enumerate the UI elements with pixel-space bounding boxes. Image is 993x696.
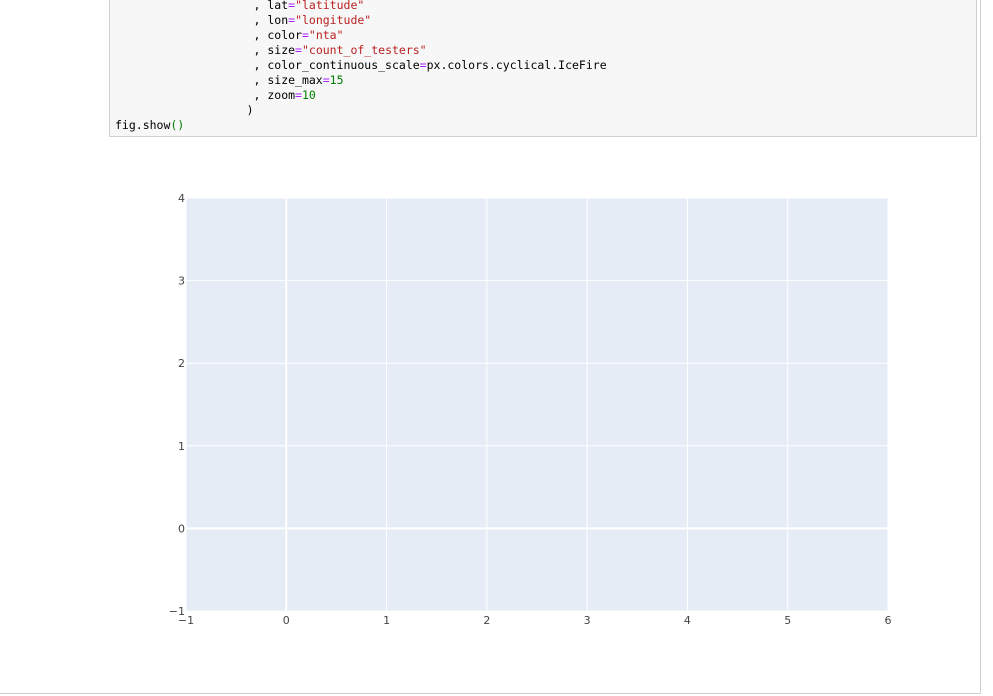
code-token-value: 15 xyxy=(329,73,344,87)
code-cell[interactable]: , lat="latitude" , lon="longitude" , col… xyxy=(109,0,977,137)
code-line: , lon="longitude" xyxy=(115,13,607,28)
code-token-operator: = xyxy=(322,73,330,87)
y-tick-label: 0 xyxy=(178,522,185,535)
code-token: , xyxy=(253,73,268,87)
x-tick-label: 4 xyxy=(684,614,691,627)
code-token-key: size xyxy=(267,43,296,57)
code-token-value: 10 xyxy=(301,88,316,102)
code-token-key: zoom xyxy=(267,88,296,102)
code-line: , color="nta" xyxy=(115,28,607,43)
x-tick-label: 0 xyxy=(283,614,290,627)
x-tick-label: 6 xyxy=(885,614,892,627)
cell-bottom-border xyxy=(0,693,981,694)
code-line: , lat="latitude" xyxy=(115,0,607,13)
code-line: fig.show() xyxy=(115,118,607,133)
notebook-page: , lat="latitude" , lon="longitude" , col… xyxy=(0,0,993,696)
code-token-value: px.colors.cyclical.IceFire xyxy=(426,58,607,72)
code-token: , xyxy=(253,43,268,57)
y-tick-label: 4 xyxy=(178,192,185,205)
code-line: , size="count_of_testers" xyxy=(115,43,607,58)
code-token-key: lat xyxy=(267,0,289,12)
plot-area[interactable] xyxy=(186,198,888,611)
y-tick-label: 3 xyxy=(178,275,185,288)
x-tick-label: 1 xyxy=(383,614,390,627)
code-token-operator: = xyxy=(301,28,309,42)
code-token-paren: () xyxy=(170,118,185,132)
code-line: , size_max=15 xyxy=(115,73,607,88)
code-token-key: size_max xyxy=(267,73,323,87)
code-token-operator: = xyxy=(295,43,302,57)
code-line: ) xyxy=(115,103,607,118)
code-token-key: color xyxy=(267,28,302,42)
chart-svg: −1 0 1 2 3 4 5 6−101234 xyxy=(169,192,892,627)
x-tick-label: 3 xyxy=(584,614,591,627)
code-token: , xyxy=(253,88,268,102)
code-token-operator: = xyxy=(419,58,427,72)
y-tick-label: −1 xyxy=(169,605,185,618)
code-token: ) xyxy=(246,103,254,117)
code-token-operator: = xyxy=(295,88,302,102)
code-token-value: "count_of_testers" xyxy=(301,43,427,57)
code-token-key: color_continuous_scale xyxy=(267,58,420,72)
code-token-value: "nta" xyxy=(308,28,344,42)
code-line: , zoom=10 xyxy=(115,88,607,103)
code-line: , color_continuous_scale=px.colors.cycli… xyxy=(115,58,607,73)
y-tick-label: 2 xyxy=(178,357,185,370)
code-text: , lat="latitude" , lon="longitude" , col… xyxy=(115,0,607,133)
code-token-value: "longitude" xyxy=(295,13,372,27)
code-token: , xyxy=(253,13,268,27)
x-tick-label: 2 xyxy=(483,614,490,627)
code-token: , xyxy=(253,0,268,12)
x-tick-label: 5 xyxy=(784,614,791,627)
code-token: , xyxy=(253,58,268,72)
plotly-chart[interactable]: −1 0 1 2 3 4 5 6 −1 0 1 2 3 4 xyxy=(150,180,910,640)
code-token-value: "latitude" xyxy=(295,0,365,12)
cell-right-border xyxy=(980,0,981,694)
code-token: , xyxy=(253,28,268,42)
code-token-key: lon xyxy=(267,13,289,27)
code-token: fig.show xyxy=(115,118,171,132)
y-tick-label: 1 xyxy=(178,440,185,453)
